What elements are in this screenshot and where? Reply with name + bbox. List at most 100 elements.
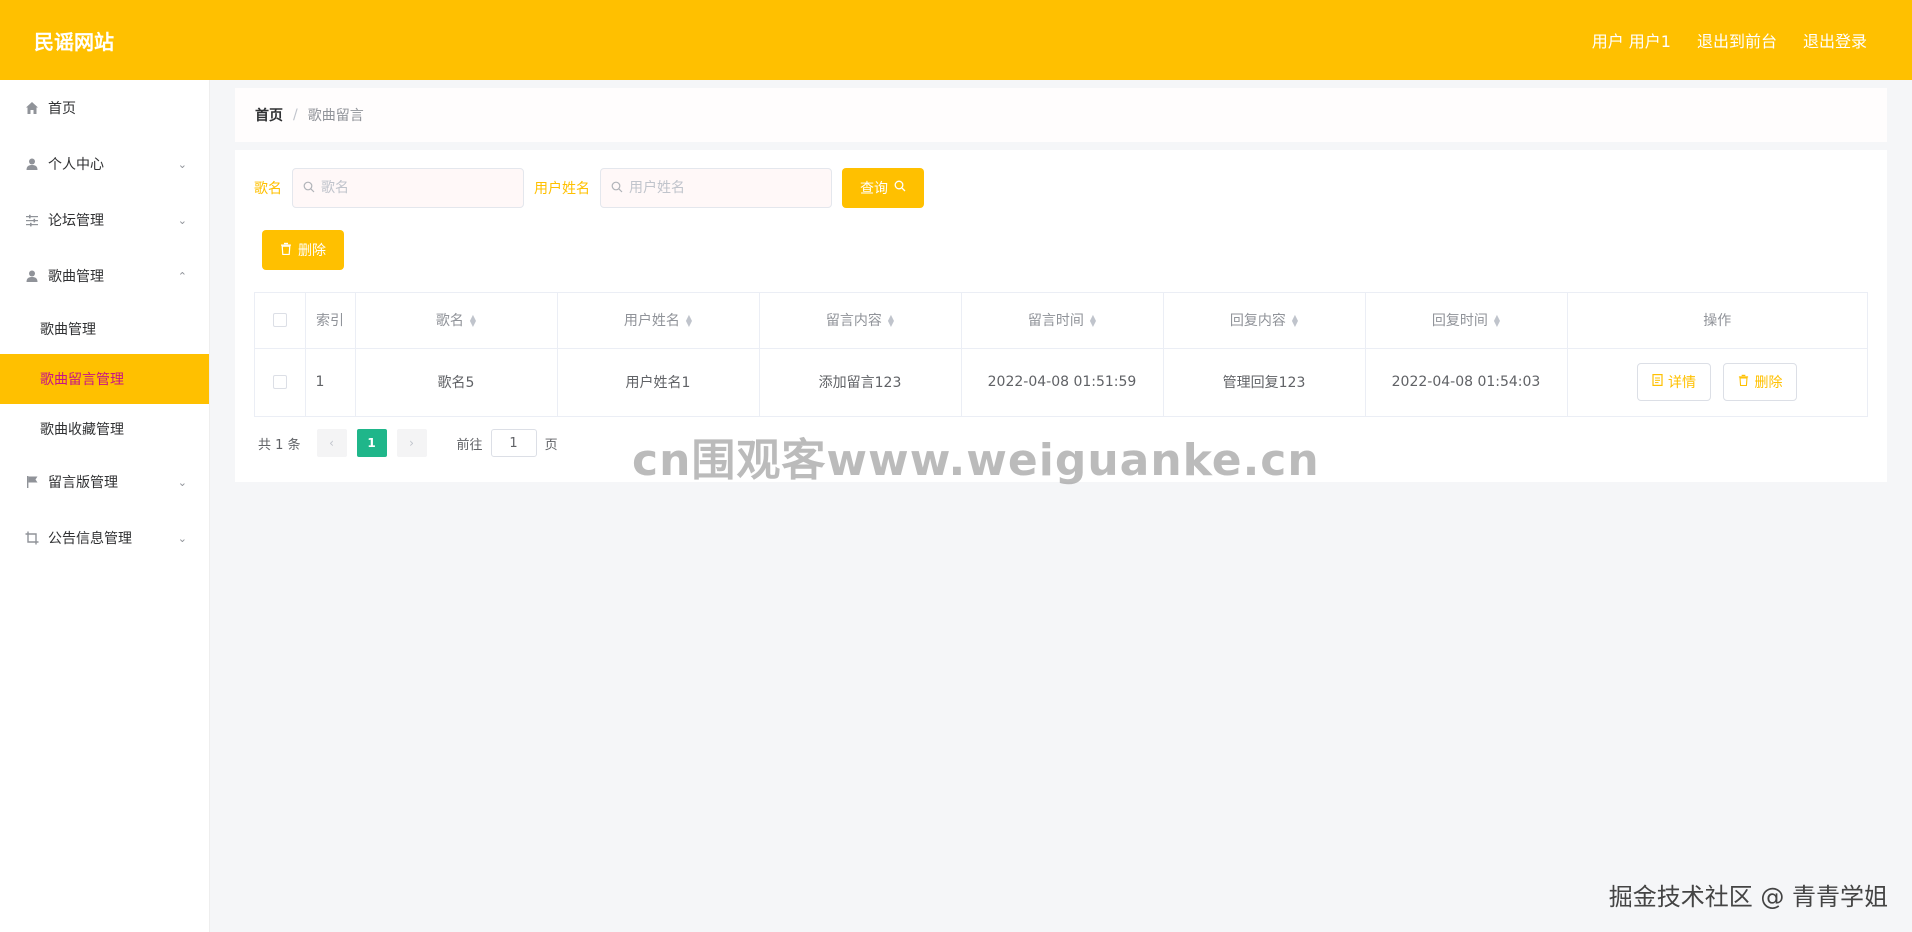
chevron-down-icon: ⌄ <box>177 475 187 489</box>
delete-button-label: 删除 <box>298 243 326 259</box>
table-header-row: 索引 歌名 ▲ ▼ 用户姓名 ▲ ▼ 留言内容 ▲ ▼ 留言时间 ▲ ▼ 回复内容 ▲ ▼ 回复时间… <box>255 293 1867 349</box>
action-row: 删除 <box>262 230 1868 270</box>
cell-content: 添加留言123 <box>759 348 962 416</box>
cell-user: 用户姓名1 <box>557 348 760 416</box>
next-page-button[interactable]: › <box>396 429 427 457</box>
detail-button-label: 详情 <box>1668 375 1697 392</box>
search-icon <box>894 180 906 196</box>
query-button-label: 查询 <box>860 181 888 197</box>
cell-index: 1 <box>305 348 356 416</box>
goto-prefix: 前往 <box>456 437 483 453</box>
user-name-label: 用户姓名 <box>534 181 590 197</box>
sidebar-item-label: 首页 <box>48 101 76 117</box>
table-row: 1 歌名5 用户姓名1 添加留言123 2022-04-08 01:51:59 … <box>255 348 1867 416</box>
column-header-time[interactable]: 留言时间 ▲ ▼ <box>961 293 1164 349</box>
sidebar-item-personal-center[interactable]: 个人中心 ⌄ <box>0 136 209 192</box>
select-all-cell <box>255 293 306 349</box>
sidebar-item-label: 个人中心 <box>48 157 104 173</box>
sidebar-item-label: 歌曲管理 <box>48 269 104 285</box>
search-icon <box>611 181 623 196</box>
cell-time: 2022-04-08 01:51:59 <box>961 348 1164 416</box>
search-icon <box>303 181 315 196</box>
trash-icon <box>1738 374 1749 390</box>
sidebar-item-song-management[interactable]: 歌曲管理 ⌃ <box>0 248 209 304</box>
sidebar-item-forum[interactable]: 论坛管理 ⌄ <box>0 192 209 248</box>
sidebar: 首页 个人中心 ⌄ 论坛管理 ⌄ 歌曲管理 ⌃ 歌曲管理 歌曲留言管理 歌曲收藏… <box>0 80 210 932</box>
column-header-index: 索引 <box>305 293 356 349</box>
song-name-label: 歌名 <box>254 181 282 197</box>
sidebar-item-home[interactable]: 首页 <box>0 80 209 136</box>
content-panel: 歌名 用户姓名 查询 <box>235 150 1887 482</box>
search-form: 歌名 用户姓名 查询 <box>254 168 1868 208</box>
goto-page: 前往 页 <box>457 429 558 457</box>
query-button[interactable]: 查询 <box>842 168 924 208</box>
prev-page-button[interactable]: ‹ <box>316 429 347 457</box>
batch-delete-button[interactable]: 删除 <box>262 230 344 270</box>
submenu-item-songs[interactable]: 歌曲管理 <box>0 304 209 354</box>
cell-reply: 管理回复123 <box>1163 348 1366 416</box>
top-header: 民谣网站 用户 用户1 退出到前台 退出登录 <box>0 0 1912 80</box>
cell-song: 歌名5 <box>355 348 558 416</box>
sidebar-item-announcements[interactable]: 公告信息管理 ⌄ <box>0 510 209 566</box>
cell-reply-time: 2022-04-08 01:54:03 <box>1365 348 1568 416</box>
goto-suffix: 页 <box>544 437 558 453</box>
column-header-reply[interactable]: 回复内容 ▲ ▼ <box>1163 293 1366 349</box>
row-select-cell <box>255 348 306 416</box>
home-icon <box>24 100 40 116</box>
sort-icon[interactable]: ▲ ▼ <box>888 314 894 328</box>
song-name-input[interactable] <box>321 180 511 196</box>
chevron-down-icon: ⌄ <box>177 213 187 227</box>
trash-icon <box>280 242 292 259</box>
current-user[interactable]: 用户 用户1 <box>1592 28 1671 52</box>
flag-icon <box>24 474 40 490</box>
main-content: 首页 / 歌曲留言 歌名 用户姓名 查询 <box>235 88 1887 482</box>
chevron-down-icon: ⌄ <box>177 157 187 171</box>
sidebar-item-message-board[interactable]: 留言版管理 ⌄ <box>0 454 209 510</box>
user-name-input[interactable] <box>629 180 819 196</box>
chevron-down-icon: ⌄ <box>177 531 187 545</box>
brand-title: 民谣网站 <box>34 29 114 54</box>
breadcrumb-separator: / <box>293 107 298 123</box>
row-checkbox[interactable] <box>272 375 287 390</box>
sort-icon[interactable]: ▲ ▼ <box>1494 314 1500 328</box>
user-icon <box>24 156 40 172</box>
sidebar-item-label: 公告信息管理 <box>48 531 132 547</box>
sort-icon[interactable]: ▲ ▼ <box>470 314 476 328</box>
logout-link[interactable]: 退出登录 <box>1803 28 1867 52</box>
column-header-user[interactable]: 用户姓名 ▲ ▼ <box>557 293 760 349</box>
credit-watermark: 掘金技术社区 @ 青青学姐 <box>1608 883 1888 911</box>
sort-icon[interactable]: ▲ ▼ <box>686 314 692 328</box>
column-header-actions: 操作 <box>1567 293 1867 349</box>
breadcrumb-home[interactable]: 首页 <box>255 105 283 125</box>
row-delete-button[interactable]: 删除 <box>1723 363 1798 402</box>
detail-button[interactable]: 详情 <box>1637 363 1712 402</box>
pagination: 共 1 条 ‹ 1 › 前往 页 <box>254 429 1868 457</box>
column-header-song[interactable]: 歌名 ▲ ▼ <box>355 293 558 349</box>
sidebar-item-label: 论坛管理 <box>48 213 104 229</box>
goto-page-input[interactable] <box>490 429 537 457</box>
select-all-checkbox[interactable] <box>272 313 287 328</box>
exit-to-front-link[interactable]: 退出到前台 <box>1697 28 1777 52</box>
breadcrumb-current: 歌曲留言 <box>307 108 364 124</box>
submenu-item-song-comments[interactable]: 歌曲留言管理 <box>0 354 209 404</box>
column-header-content[interactable]: 留言内容 ▲ ▼ <box>759 293 962 349</box>
song-name-field <box>292 168 524 208</box>
chevron-up-icon: ⌃ <box>177 269 187 283</box>
sort-icon[interactable]: ▲ ▼ <box>1292 314 1298 328</box>
sliders-icon <box>24 212 40 228</box>
sort-icon[interactable]: ▲ ▼ <box>1090 314 1096 328</box>
comments-table: 索引 歌名 ▲ ▼ 用户姓名 ▲ ▼ 留言内容 ▲ ▼ 留言时间 ▲ ▼ 回复内容 ▲ ▼ 回复时间… <box>254 292 1868 417</box>
document-icon <box>1652 374 1663 390</box>
user-name-field <box>600 168 832 208</box>
cell-actions: 详情 删除 <box>1567 348 1867 416</box>
header-actions: 用户 用户1 退出到前台 退出登录 <box>1592 28 1867 52</box>
row-delete-button-label: 删除 <box>1754 375 1783 392</box>
crop-icon <box>24 530 40 546</box>
pagination-total: 共 1 条 <box>258 437 301 453</box>
page-number-button[interactable]: 1 <box>356 429 387 457</box>
user-icon <box>24 268 40 284</box>
submenu-item-song-favorites[interactable]: 歌曲收藏管理 <box>0 404 209 454</box>
column-header-reply-time[interactable]: 回复时间 ▲ ▼ <box>1365 293 1568 349</box>
sidebar-item-label: 留言版管理 <box>48 475 118 491</box>
breadcrumb: 首页 / 歌曲留言 <box>235 88 1887 142</box>
